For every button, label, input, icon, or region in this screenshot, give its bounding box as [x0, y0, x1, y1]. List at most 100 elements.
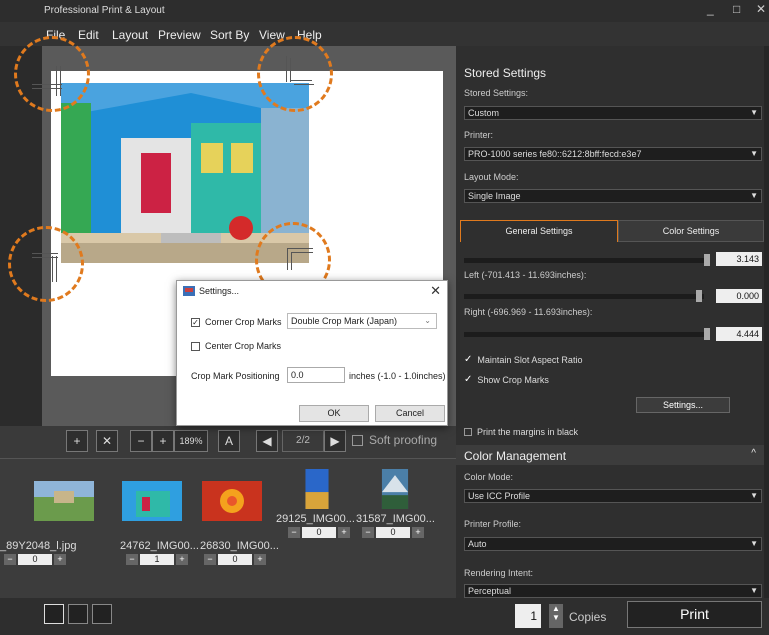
soft-proofing-checkbox[interactable]	[352, 434, 363, 446]
ok-button[interactable]: OK	[299, 405, 369, 422]
stored-settings-select[interactable]: Custom ▼	[464, 106, 762, 120]
soft-proofing-toggle[interactable]: Soft proofing	[352, 433, 437, 447]
menu-preview[interactable]: Preview	[158, 28, 201, 42]
top-value-input[interactable]: 3.143	[716, 252, 762, 266]
crop-style-select[interactable]: Double Crop Mark (Japan) ⌄	[287, 313, 437, 329]
text-tool-icon[interactable]: A	[218, 430, 240, 452]
decrement-button[interactable]: −	[204, 554, 216, 565]
left-value-input[interactable]: 0.000	[716, 289, 762, 303]
slider-track-left[interactable]	[464, 294, 704, 299]
copies-count[interactable]: 0	[302, 527, 336, 538]
decrement-button[interactable]: −	[288, 527, 300, 538]
center-crop-marks-checkbox[interactable]: Center Crop Marks	[191, 341, 281, 351]
thumbnail-image[interactable]	[202, 481, 262, 521]
layout-mode-select[interactable]: Single Image ▼	[464, 189, 762, 203]
rendering-intent-select[interactable]: Perceptual ▼	[464, 584, 762, 598]
print-margins-black-label: Print the margins in black	[477, 427, 579, 437]
thumbnail-item[interactable]: _89Y2048_l.jpg −0 +	[0, 481, 104, 565]
thumbnail-name: _89Y2048_l.jpg	[0, 540, 77, 552]
next-page-icon[interactable]: ▶	[324, 430, 346, 452]
add-page-icon[interactable]: +	[66, 430, 88, 452]
maintain-aspect-label: Maintain Slot Aspect Ratio	[477, 354, 583, 365]
window-title: Professional Print & Layout	[44, 5, 165, 16]
crop-positioning-input[interactable]: 0.0	[287, 367, 345, 383]
highlight-circle-bottom-left	[8, 226, 84, 302]
checkbox-box[interactable]	[464, 428, 472, 436]
show-crop-marks-checkbox[interactable]: ✓ Show Crop Marks	[464, 374, 549, 385]
corner-crop-marks-checkbox[interactable]: ✓ Corner Crop Marks	[191, 317, 282, 327]
color-management-section[interactable]: Color Management ^	[456, 445, 764, 465]
right-value-input[interactable]: 4.444	[716, 327, 762, 341]
thumbnail-counter: −0 +	[4, 554, 104, 565]
printer-profile-value: Auto	[468, 539, 487, 549]
chevron-down-icon: ▼	[750, 586, 758, 595]
checkbox-box[interactable]: ✓	[191, 317, 200, 327]
menu-edit[interactable]: Edit	[78, 28, 99, 42]
stored-settings-header[interactable]: Stored Settings	[464, 66, 546, 80]
checkbox-box[interactable]	[191, 341, 200, 351]
decrement-button[interactable]: −	[4, 554, 16, 565]
copies-input[interactable]: 1	[515, 604, 541, 628]
increment-button[interactable]: +	[54, 554, 66, 565]
copies-count[interactable]: 0	[18, 554, 52, 565]
cancel-button[interactable]: Cancel	[375, 405, 445, 422]
decrement-button[interactable]: −	[126, 554, 138, 565]
maximize-icon[interactable]: □	[733, 2, 740, 16]
print-margins-black-checkbox[interactable]: Print the margins in black	[464, 427, 578, 437]
maintain-aspect-checkbox[interactable]: ✓ Maintain Slot Aspect Ratio	[464, 354, 582, 365]
rendering-intent-value: Perceptual	[468, 586, 512, 596]
prev-page-icon[interactable]: ◀	[256, 430, 278, 452]
thumbnail-panel: _89Y2048_l.jpg −0 + 24762_IMG00... −1 + 26…	[0, 458, 456, 598]
increment-button[interactable]: +	[412, 527, 424, 538]
thumbnail-item[interactable]: 26830_IMG00... −0 +	[200, 481, 279, 565]
menu-layout[interactable]: Layout	[112, 28, 148, 42]
zoom-out-icon[interactable]: −	[130, 430, 152, 452]
thumbnail-image[interactable]	[365, 469, 425, 509]
app-icon	[183, 286, 195, 296]
copies-count[interactable]: 0	[218, 554, 252, 565]
print-button[interactable]: Print	[627, 601, 762, 628]
crop-settings-dialog: Settings... ✕ ✓ Corner Crop Marks Double…	[176, 280, 448, 426]
close-icon[interactable]: ✕	[756, 2, 766, 16]
printer-profile-select[interactable]: Auto ▼	[464, 537, 762, 551]
title-bar: Professional Print & Layout _ □ ✕	[0, 0, 769, 22]
slider-track-right[interactable]	[464, 332, 704, 337]
copies-count[interactable]: 0	[376, 527, 410, 538]
single-layout-icon[interactable]	[44, 604, 64, 624]
menu-sort-by[interactable]: Sort By	[210, 28, 249, 42]
thumbnail-image[interactable]	[287, 469, 347, 509]
thumbnail-item[interactable]: 31587_IMG00... −0 +	[356, 469, 435, 538]
panel-scrollbar[interactable]	[764, 46, 769, 598]
thumbnail-image[interactable]	[34, 481, 94, 521]
stored-settings-label: Stored Settings:	[464, 88, 529, 98]
thumbnail-item[interactable]: 29125_IMG00... −0 +	[276, 469, 355, 538]
zoom-in-icon[interactable]: +	[152, 430, 174, 452]
increment-button[interactable]: +	[254, 554, 266, 565]
printer-select[interactable]: PRO-1000 series fe80::6212:8bff:fecd:e3e…	[464, 147, 762, 161]
decrement-button[interactable]: −	[362, 527, 374, 538]
crop-settings-button[interactable]: Settings...	[636, 397, 730, 413]
minimize-icon[interactable]: _	[707, 2, 714, 16]
color-mode-select[interactable]: Use ICC Profile ▼	[464, 489, 762, 503]
slider-track-top[interactable]	[464, 258, 704, 263]
thumbnail-item[interactable]: 24762_IMG00... −1 +	[120, 481, 199, 565]
soft-proofing-label: Soft proofing	[369, 433, 438, 447]
increment-button[interactable]: +	[176, 554, 188, 565]
three-column-layout-icon[interactable]	[92, 604, 112, 624]
close-icon[interactable]: ✕	[430, 283, 441, 299]
slider-handle-left[interactable]	[696, 290, 702, 302]
zoom-level[interactable]: 189%	[174, 430, 208, 452]
copies-spinner-icon[interactable]: ▲ ▼	[549, 604, 563, 628]
slider-handle-top[interactable]	[704, 254, 710, 266]
tab-general-settings[interactable]: General Settings	[460, 220, 618, 242]
slider-handle-right[interactable]	[704, 328, 710, 340]
two-column-layout-icon[interactable]	[68, 604, 88, 624]
crop-style-value: Double Crop Mark (Japan)	[291, 316, 398, 326]
stored-settings-value: Custom	[468, 108, 500, 118]
checkmark-icon: ✓	[464, 374, 473, 385]
increment-button[interactable]: +	[338, 527, 350, 538]
thumbnail-image[interactable]	[122, 481, 182, 521]
copies-count[interactable]: 1	[140, 554, 174, 565]
tab-color-settings[interactable]: Color Settings	[618, 220, 764, 242]
delete-page-icon[interactable]: ✕	[96, 430, 118, 452]
